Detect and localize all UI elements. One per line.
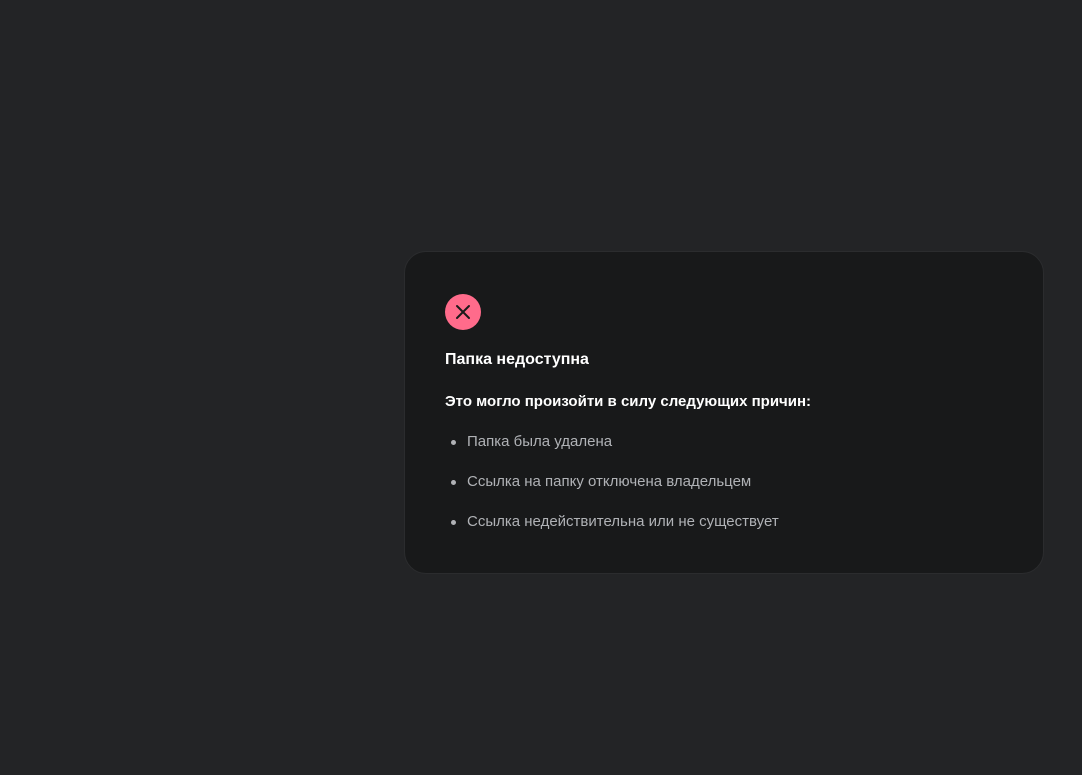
card-subtitle: Это могло произойти в силу следующих при… xyxy=(445,393,812,410)
card-title: Папка недоступна xyxy=(445,351,589,368)
list-item: Папка была удалена xyxy=(445,432,1003,452)
reasons-list: Папка была удалена Ссылка на папку отклю… xyxy=(445,432,1003,532)
folder-unavailable-card: Папка недоступна Это могло произойти в с… xyxy=(404,251,1044,574)
error-icon-badge xyxy=(445,294,481,330)
page: Папка недоступна Это могло произойти в с… xyxy=(0,0,1082,775)
list-item: Ссылка на папку отключена владельцем xyxy=(445,472,1003,492)
list-item: Ссылка недействительна или не существует xyxy=(445,512,1003,532)
close-icon xyxy=(456,305,470,319)
